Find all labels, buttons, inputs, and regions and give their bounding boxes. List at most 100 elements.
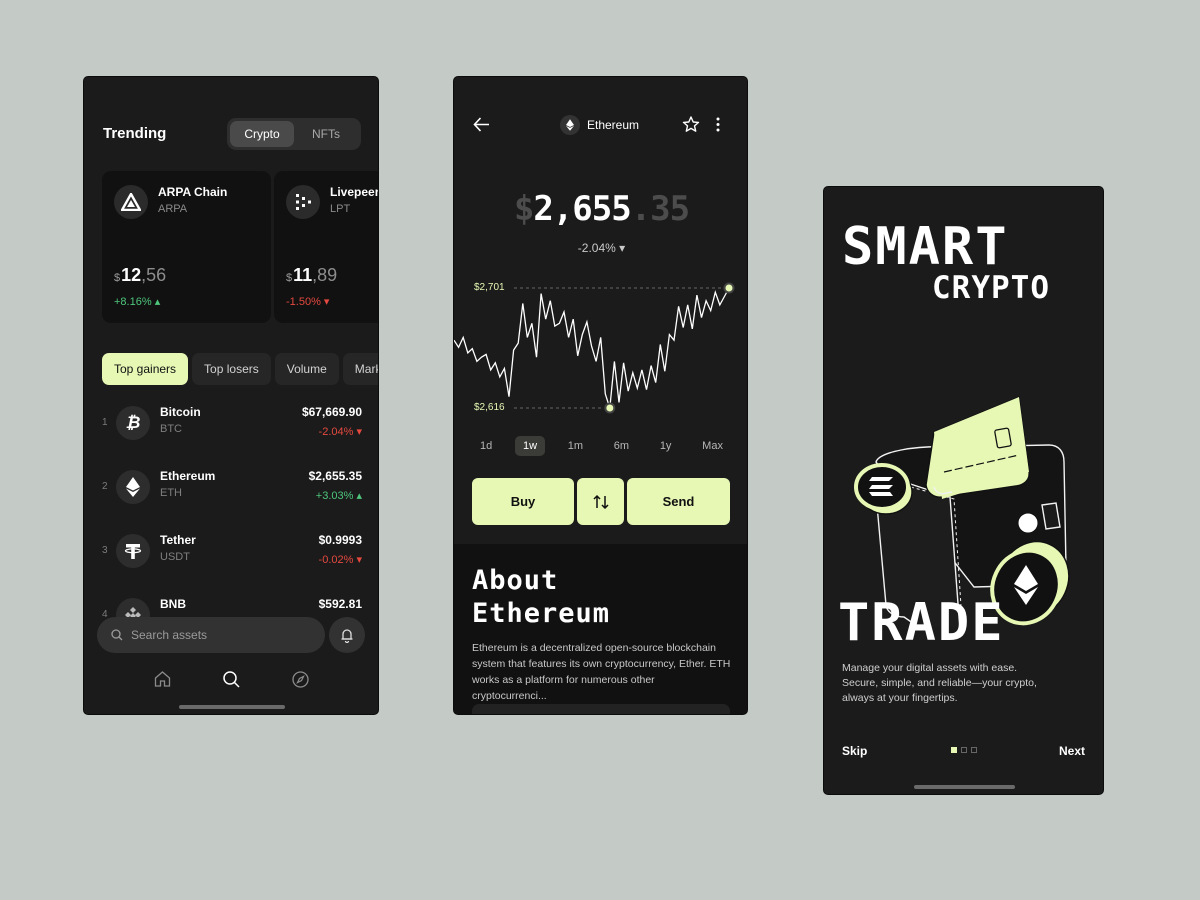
asset-price: $67,669.90: [301, 405, 362, 419]
tab-crypto[interactable]: Crypto: [230, 121, 294, 147]
search-icon: [222, 670, 240, 688]
currency-symbol: $: [114, 272, 121, 284]
asset-name: Tether: [160, 533, 196, 547]
change-value: -1.50%: [286, 296, 321, 308]
search-input[interactable]: Search assets: [97, 617, 325, 653]
range-max[interactable]: Max: [694, 436, 731, 456]
arrow-down-icon: ▾: [356, 426, 362, 438]
card-name: Livepeer: [330, 185, 379, 199]
price-change: -2.04% ▾: [454, 241, 747, 255]
back-arrow-icon[interactable]: [473, 117, 490, 132]
price-series-line: [454, 287, 730, 409]
change-value: -0.02%: [318, 554, 354, 566]
asset-price: $592.81: [318, 597, 362, 611]
tab-nfts[interactable]: NFTs: [294, 121, 358, 147]
price-decimal: ,89: [312, 265, 338, 285]
card-price: $11,89: [286, 265, 337, 286]
more-options-icon[interactable]: [716, 117, 720, 132]
about-title: About Ethereum: [472, 564, 610, 630]
page-dot-3[interactable]: [971, 747, 977, 753]
coin-name: Ethereum: [587, 118, 640, 132]
asset-rank: 2: [102, 481, 108, 492]
headline-crypto: CRYPTO: [932, 270, 1050, 306]
swap-button[interactable]: [577, 478, 624, 525]
next-section-peek: [472, 704, 730, 714]
range-1w[interactable]: 1w: [514, 436, 546, 456]
solana-coin-icon: [854, 463, 913, 515]
filter-chips: Top gainers Top losers Volume Market cap: [102, 353, 378, 385]
buy-button[interactable]: Buy: [472, 478, 574, 525]
range-1y[interactable]: 1y: [652, 436, 680, 456]
livepeer-logo-icon: [286, 185, 320, 219]
asset-row-bitcoin[interactable]: 1 ₿ Bitcoin BTC $67,669.90 -2.04% ▾: [102, 401, 362, 445]
page-dot-1[interactable]: [951, 747, 957, 753]
range-1m[interactable]: 1m: [560, 436, 591, 456]
filter-market-cap[interactable]: Market cap: [342, 353, 378, 385]
nav-search[interactable]: [221, 669, 241, 689]
change-value: +3.03%: [315, 490, 354, 502]
arrow-up-icon: ▴: [356, 490, 362, 502]
filter-volume[interactable]: Volume: [274, 353, 339, 385]
about-section: About Ethereum Ethereum is a decentralize…: [454, 544, 747, 714]
trending-title: Trending: [103, 125, 167, 142]
nav-explore[interactable]: [290, 669, 310, 689]
price-decimal: ,56: [141, 265, 167, 285]
asset-rank: 1: [102, 417, 108, 428]
asset-change: -0.02% ▾: [319, 553, 362, 566]
about-text: Ethereum is a decentralized open-source …: [472, 642, 731, 702]
skip-button[interactable]: Skip: [842, 744, 867, 758]
asset-change: +3.03% ▴: [316, 489, 362, 502]
time-range-selector: 1d 1w 1m 6m 1y Max: [472, 436, 731, 456]
card-symbol: LPT: [330, 203, 351, 215]
asset-name: Ethereum: [160, 469, 216, 483]
about-title-line1: About: [472, 565, 559, 596]
send-button[interactable]: Send: [627, 478, 730, 525]
filter-top-losers[interactable]: Top losers: [192, 353, 271, 385]
home-indicator: [914, 785, 1015, 789]
card-price: $12,56: [114, 265, 166, 286]
filter-top-gainers[interactable]: Top gainers: [102, 353, 189, 385]
coin-title: Ethereum: [560, 115, 639, 135]
chart-low-label: $2,616: [474, 402, 505, 413]
asset-price: $2,655.35: [308, 469, 362, 483]
asset-symbol: BTC: [160, 423, 182, 435]
page-dot-2[interactable]: [961, 747, 967, 753]
next-button[interactable]: Next: [1059, 744, 1085, 758]
price-chart[interactable]: $2,701 $2,616: [454, 273, 747, 423]
star-icon[interactable]: [682, 116, 700, 133]
asset-type-toggle: Crypto NFTs: [227, 118, 361, 150]
credit-card-icon: [925, 396, 1030, 499]
chart-high-label: $2,701: [474, 282, 505, 293]
wallet-illustration: [854, 396, 1070, 627]
card-change: -1.50% ▾: [286, 295, 329, 308]
headline-smart: SMART: [842, 217, 1009, 277]
bitcoin-icon: ₿: [116, 406, 150, 440]
card-name: ARPA Chain: [158, 185, 228, 199]
arrow-down-icon: ▾: [323, 296, 330, 308]
trending-card-arpa[interactable]: ARPA Chain ARPA $12,56 +8.16% ▴: [102, 171, 271, 323]
asset-symbol: ETH: [160, 487, 182, 499]
ethereum-icon: [116, 470, 150, 504]
arpa-logo-icon: [114, 185, 148, 219]
asset-change: -2.04% ▾: [319, 425, 362, 438]
notifications-button[interactable]: [329, 617, 365, 653]
headline-trade: TRADE: [838, 593, 1005, 653]
range-1d[interactable]: 1d: [472, 436, 500, 456]
price-integer: 12: [121, 265, 142, 285]
price-decimal: .35: [630, 189, 690, 229]
asset-row-tether[interactable]: 3 Tether USDT $0.9993 -0.02% ▾: [102, 529, 362, 573]
nav-home[interactable]: [152, 669, 172, 689]
asset-symbol: USDT: [160, 551, 190, 563]
page-indicator: [951, 747, 977, 753]
asset-row-ethereum[interactable]: 2 Ethereum ETH $2,655.35 +3.03% ▴: [102, 465, 362, 509]
home-icon: [154, 671, 170, 687]
trending-card-livepeer[interactable]: Livepeer LPT $11,89 -1.50% ▾: [274, 171, 379, 323]
price-integer: 2,655: [533, 189, 631, 229]
range-6m[interactable]: 6m: [606, 436, 637, 456]
change-value: +8.16%: [114, 296, 152, 308]
tether-icon: [116, 534, 150, 568]
bottom-tab-bar: [84, 667, 378, 691]
bell-icon: [341, 628, 353, 643]
card-change: +8.16% ▴: [114, 295, 160, 308]
asset-rank: 3: [102, 545, 108, 556]
